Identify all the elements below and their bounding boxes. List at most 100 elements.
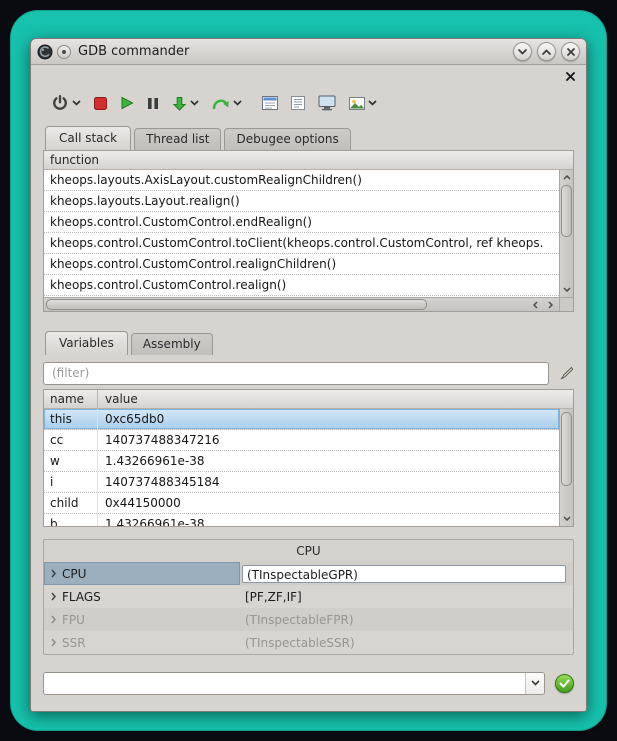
tab-debugee-options[interactable]: Debugee options [224, 128, 350, 150]
register-name-cell[interactable]: SSR [44, 631, 240, 654]
cpu-row[interactable]: FLAGS [PF,ZF,IF] [44, 585, 573, 608]
pause-button[interactable] [147, 97, 159, 110]
chevron-down-icon[interactable] [368, 100, 377, 106]
tab-assembly[interactable]: Assembly [131, 333, 213, 355]
source-list-button[interactable] [291, 96, 305, 110]
filter-tool-icon[interactable] [558, 366, 574, 380]
scroll-up-arrow[interactable] [560, 171, 573, 184]
step-into-icon [172, 96, 187, 111]
chevron-down-icon[interactable] [190, 100, 199, 106]
cpu-row[interactable]: FPU (TInspectableFPR) [44, 608, 573, 631]
callstack-row[interactable]: kheops.control.CustomControl.realignChil… [44, 254, 559, 275]
table-row[interactable]: b 1.43266961e-38 [44, 514, 559, 526]
panel-splitter[interactable] [31, 312, 586, 326]
expander-icon[interactable] [44, 638, 62, 647]
keep-above-button[interactable] [57, 45, 71, 59]
chevron-down-icon[interactable] [233, 100, 242, 106]
memory-image-button[interactable] [349, 97, 377, 110]
scroll-down-arrow[interactable] [560, 512, 573, 525]
power-button[interactable] [51, 94, 81, 112]
panel-list-button[interactable] [262, 96, 278, 110]
variable-name: w [44, 451, 98, 471]
minimize-button[interactable] [513, 42, 532, 61]
scroll-right-arrow[interactable] [543, 298, 557, 311]
step-into-button[interactable] [172, 96, 199, 111]
minimize-icon [518, 49, 527, 55]
variable-value: 0x44150000 [98, 493, 559, 513]
variable-name: this [44, 409, 98, 429]
stop-button[interactable] [94, 97, 107, 110]
tab-thread-list[interactable]: Thread list [134, 128, 221, 150]
titlebar[interactable]: GDB commander [31, 39, 586, 65]
source-list-icon [291, 96, 305, 110]
table-row[interactable]: cc 140737488347216 [44, 430, 559, 451]
combo-dropdown-button[interactable] [525, 673, 544, 694]
callstack-column-header[interactable]: function [44, 151, 573, 170]
vertical-scrollbar[interactable] [559, 170, 573, 297]
value-column-header[interactable]: value [98, 390, 573, 408]
dock-close-icon[interactable] [566, 72, 575, 81]
command-combobox[interactable] [43, 672, 545, 695]
register-group-label: FPU [62, 613, 85, 627]
variable-name: i [44, 472, 98, 492]
function-column-header[interactable]: function [44, 151, 99, 169]
memory-image-icon [349, 97, 365, 110]
expander-icon[interactable] [44, 569, 62, 578]
register-value-edit[interactable]: (TInspectableGPR) [242, 565, 566, 583]
register-group-label: CPU [62, 567, 86, 581]
expander-icon[interactable] [44, 592, 62, 601]
step-over-button[interactable] [212, 96, 242, 111]
scrollbar-thumb[interactable] [46, 299, 427, 310]
table-row[interactable]: child 0x44150000 [44, 493, 559, 514]
chevron-down-icon[interactable] [72, 100, 81, 106]
vertical-scrollbar[interactable] [559, 409, 573, 526]
table-row[interactable]: this 0xc65db0 [44, 409, 559, 430]
register-group-label: SSR [62, 636, 86, 650]
close-button[interactable] [561, 42, 580, 61]
continue-icon [120, 96, 134, 110]
cpu-row[interactable]: SSR (TInspectableSSR) [44, 631, 573, 654]
tab-variables[interactable]: Variables [45, 331, 128, 355]
filter-input[interactable] [43, 362, 549, 385]
callstack-tabbar: Call stack Thread list Debugee options [31, 121, 586, 150]
variable-value: 0xc65db0 [98, 409, 559, 429]
register-value: (TInspectableFPR) [240, 613, 573, 627]
variables-table: name value this 0xc65db0 cc 140737488347… [43, 389, 574, 527]
callstack-row[interactable]: kheops.control.CustomControl.realign() [44, 275, 559, 296]
callstack-row[interactable]: kheops.control.CustomControl.toClient(kh… [44, 233, 559, 254]
callstack-row[interactable]: kheops.layouts.AxisLayout.customRealignC… [44, 170, 559, 191]
scroll-left-arrow[interactable] [528, 298, 542, 311]
filter-row [43, 361, 574, 385]
stop-icon [94, 97, 107, 110]
table-row[interactable]: w 1.43266961e-38 [44, 451, 559, 472]
scrollbar-thumb[interactable] [561, 412, 572, 486]
horizontal-scrollbar[interactable] [44, 297, 559, 311]
variables-column-header: name value [44, 390, 573, 409]
callstack-row[interactable]: kheops.control.CustomControl.endRealign(… [44, 212, 559, 233]
variable-value: 140737488347216 [98, 430, 559, 450]
maximize-button[interactable] [537, 42, 556, 61]
register-group-label: FLAGS [62, 590, 101, 604]
name-column-header[interactable]: name [44, 390, 98, 408]
cpu-row[interactable]: CPU (TInspectableGPR) [44, 562, 573, 585]
gdb-commander-window: GDB commander [30, 38, 587, 712]
callstack-row[interactable]: kheops.layouts.Layout.realign() [44, 191, 559, 212]
register-name-cell[interactable]: CPU [44, 562, 240, 585]
apply-button[interactable] [555, 674, 574, 693]
monitor-icon [318, 95, 336, 111]
register-name-cell[interactable]: FLAGS [44, 585, 240, 608]
scrollbar-thumb[interactable] [561, 185, 572, 237]
close-icon [567, 48, 575, 56]
expander-icon[interactable] [44, 615, 62, 624]
scroll-down-arrow[interactable] [560, 283, 573, 296]
table-row[interactable]: i 140737488345184 [44, 472, 559, 493]
variable-value: 140737488345184 [98, 472, 559, 492]
step-over-icon [212, 96, 230, 111]
dock-header [31, 65, 586, 85]
command-input[interactable] [44, 673, 525, 694]
register-name-cell[interactable]: FPU [44, 608, 240, 631]
tab-call-stack[interactable]: Call stack [45, 126, 131, 150]
variable-name: cc [44, 430, 98, 450]
continue-button[interactable] [120, 96, 134, 110]
monitor-button[interactable] [318, 95, 336, 111]
